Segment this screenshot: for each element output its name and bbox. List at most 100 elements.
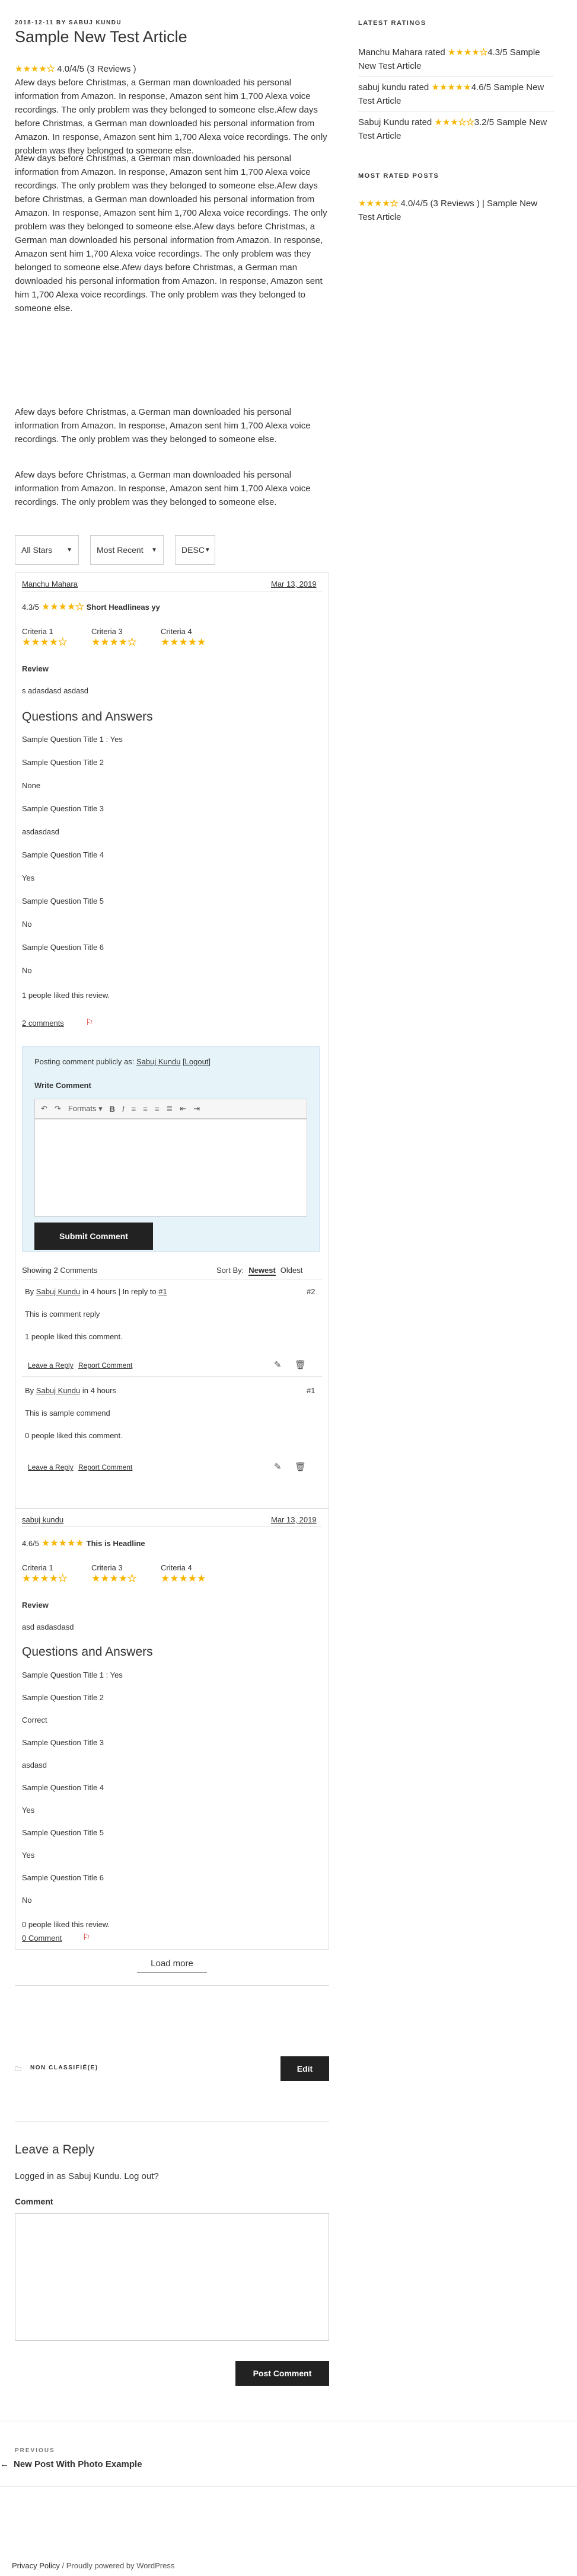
chevron-down-icon: ▼ bbox=[204, 546, 211, 553]
latest-rating-item[interactable]: Manchu Mahara rated ★ ★ ★ ★ ★ 4.3/5 Sample Ne… bbox=[358, 46, 554, 73]
most-rated-heading: MOST RATED POSTS bbox=[358, 172, 439, 180]
flag-icon[interactable]: ⚐ bbox=[82, 1932, 90, 1943]
criteria-label: Criteria 3 bbox=[91, 627, 123, 636]
rating-stars: ★ ★ ★ ★ ★ bbox=[447, 47, 488, 58]
rating-summary: 4.0/4/5 (3 Reviews ) bbox=[57, 63, 136, 74]
italic-icon[interactable]: I bbox=[122, 1105, 125, 1113]
qa-item: Sample Question Title 4 bbox=[22, 850, 104, 859]
align-right-icon[interactable]: ≡ bbox=[155, 1105, 160, 1113]
comment-text: This is comment reply bbox=[25, 1310, 100, 1319]
folder-icon: 🗀 bbox=[15, 2066, 21, 2073]
qa-item: Yes bbox=[22, 873, 35, 882]
review-text: s adasdasd asdasd bbox=[22, 686, 89, 695]
logout-link[interactable]: [Logout] bbox=[183, 1057, 211, 1066]
edit-button[interactable]: Edit bbox=[280, 2056, 329, 2081]
category-link[interactable]: NON CLASSIFIÉ(E) bbox=[30, 2065, 98, 2071]
report-comment-link[interactable]: Report Comment bbox=[78, 1361, 132, 1369]
comment-author-link[interactable]: Sabuj Kundu bbox=[36, 1386, 80, 1395]
logged-in-text: Logged in as Sabuj Kundu. Log out? bbox=[15, 2171, 159, 2181]
leave-reply-link[interactable]: Leave a Reply bbox=[28, 1463, 74, 1471]
qa-item: Yes bbox=[22, 1806, 35, 1815]
qa-item: Sample Question Title 1 : Yes bbox=[22, 735, 123, 744]
review-date: Mar 13, 2019 bbox=[271, 580, 317, 588]
chevron-down-icon: ▼ bbox=[151, 546, 157, 553]
reply-ref-link[interactable]: #1 bbox=[158, 1287, 167, 1296]
qa-item: None bbox=[22, 781, 41, 790]
qa-item: No bbox=[22, 1896, 32, 1905]
comment-author-link[interactable]: Sabuj Kundu bbox=[36, 1287, 80, 1296]
review-author[interactable]: sabuj kundu bbox=[22, 1515, 63, 1524]
comment-likes: 1 people liked this comment. bbox=[25, 1332, 123, 1341]
posting-user-link[interactable]: Sabuj Kundu bbox=[136, 1057, 180, 1066]
review-label: Review bbox=[22, 664, 49, 673]
criteria-label: Criteria 1 bbox=[22, 627, 53, 636]
stars-filter-select[interactable]: All Stars ▼ bbox=[15, 535, 79, 565]
review-author[interactable]: Manchu Mahara bbox=[22, 580, 78, 588]
edit-icon[interactable]: ✎ bbox=[274, 1359, 282, 1370]
qa-item: Sample Question Title 2 bbox=[22, 758, 104, 767]
comments-link[interactable]: 2 comments bbox=[22, 1019, 64, 1028]
review-headline: This is Headline bbox=[86, 1538, 145, 1548]
redo-icon[interactable]: ↷ bbox=[55, 1104, 61, 1113]
privacy-policy-link[interactable]: Privacy Policy bbox=[12, 2561, 60, 2570]
review-score: 4.6/5 ★ ★ ★ ★ ★ This is Headline bbox=[22, 1538, 145, 1548]
latest-ratings-heading: LATEST RATINGS bbox=[358, 20, 426, 27]
review-likes: 1 people liked this review. bbox=[22, 991, 110, 1000]
sort-filter-select[interactable]: Most Recent ▼ bbox=[90, 535, 164, 565]
rating-stars: ★ ★ ★ ★ ★ bbox=[41, 602, 84, 613]
qa-item: No bbox=[22, 920, 32, 929]
previous-post-link[interactable]: ← New Post With Photo Example bbox=[0, 2459, 142, 2469]
leave-reply-link[interactable]: Leave a Reply bbox=[28, 1361, 74, 1369]
latest-rating-item[interactable]: Sabuj Kundu rated ★ ★ ★ ★ ★ 3.2/5 Sample New … bbox=[358, 116, 554, 143]
outdent-icon[interactable]: ⇤ bbox=[180, 1104, 186, 1113]
editor-toolbar: ↶ ↷ Formats ▾ B I ≡ ≡ ≡ ≣ ⇤ ⇥ bbox=[34, 1099, 307, 1119]
formats-dropdown[interactable]: Formats ▾ bbox=[68, 1104, 103, 1113]
indent-icon[interactable]: ⇥ bbox=[193, 1104, 200, 1113]
divider bbox=[15, 2121, 329, 2122]
rating-stars: ★ ★ ★ ★ ★ bbox=[358, 199, 399, 209]
comment-label: Comment bbox=[15, 2197, 53, 2206]
write-comment-label: Write Comment bbox=[34, 1081, 91, 1090]
qa-item: Yes bbox=[22, 1851, 35, 1860]
criteria-label: Criteria 4 bbox=[161, 1563, 192, 1572]
review-likes: 0 people liked this review. bbox=[22, 1920, 110, 1929]
trash-icon[interactable]: 🗑 bbox=[295, 1359, 306, 1370]
sort-oldest-tab[interactable]: Oldest bbox=[280, 1266, 303, 1276]
review-label: Review bbox=[22, 1601, 49, 1609]
align-center-icon[interactable]: ≡ bbox=[143, 1105, 148, 1113]
submit-comment-button[interactable]: Submit Comment bbox=[34, 1223, 153, 1250]
align-left-icon[interactable]: ≡ bbox=[132, 1105, 136, 1113]
order-filter-select[interactable]: DESC ▼ bbox=[175, 535, 215, 565]
comment-textarea[interactable] bbox=[34, 1119, 307, 1217]
qa-item: Sample Question Title 4 bbox=[22, 1783, 104, 1792]
report-comment-link[interactable]: Report Comment bbox=[78, 1463, 132, 1471]
bold-icon[interactable]: B bbox=[110, 1105, 115, 1113]
divider bbox=[22, 1376, 322, 1377]
article-paragraph: Afew days before Christmas, a German man… bbox=[15, 78, 327, 156]
comment-likes: 0 people liked this comment. bbox=[25, 1431, 123, 1440]
trash-icon[interactable]: 🗑 bbox=[295, 1461, 306, 1472]
qa-heading: Questions and Answers bbox=[22, 710, 153, 724]
latest-rating-item[interactable]: sabuj kundu rated ★ ★ ★ ★ ★ 4.6/5 Sample New … bbox=[358, 81, 554, 108]
qa-item: Sample Question Title 1 : Yes bbox=[22, 1671, 123, 1679]
post-comment-button[interactable]: Post Comment bbox=[235, 2361, 329, 2386]
review-date: Mar 13, 2019 bbox=[271, 1515, 317, 1524]
rating-stars: ★ ★ ★ ★ ★ bbox=[15, 64, 55, 75]
comment-field[interactable] bbox=[15, 2213, 329, 2341]
flag-icon[interactable]: ⚐ bbox=[85, 1017, 93, 1028]
comments-link[interactable]: 0 Comment bbox=[22, 1934, 62, 1943]
criteria-stars: ★ ★ ★ ★ ★ bbox=[22, 636, 68, 648]
qa-item: Sample Question Title 5 bbox=[22, 1828, 104, 1837]
sort-newest-tab[interactable]: Newest bbox=[248, 1266, 276, 1276]
load-more-button[interactable]: Load more bbox=[137, 1959, 207, 1973]
undo-icon[interactable]: ↶ bbox=[41, 1104, 47, 1113]
powered-by-link[interactable]: Proudly powered by WordPress bbox=[66, 2561, 175, 2570]
align-justify-icon[interactable]: ≣ bbox=[166, 1104, 173, 1113]
edit-icon[interactable]: ✎ bbox=[274, 1461, 282, 1472]
article-paragraph: Afew days before Christmas, a German man… bbox=[15, 470, 311, 507]
page-title: Sample New Test Article bbox=[15, 28, 187, 46]
comment-text: This is sample commend bbox=[25, 1409, 110, 1417]
criteria-stars: ★ ★ ★ ★ ★ bbox=[91, 636, 137, 648]
chevron-down-icon: ▼ bbox=[66, 546, 72, 553]
most-rated-item[interactable]: ★ ★ ★ ★ ★ 4.0/4/5 (3 Reviews ) | Sample New … bbox=[358, 197, 554, 224]
